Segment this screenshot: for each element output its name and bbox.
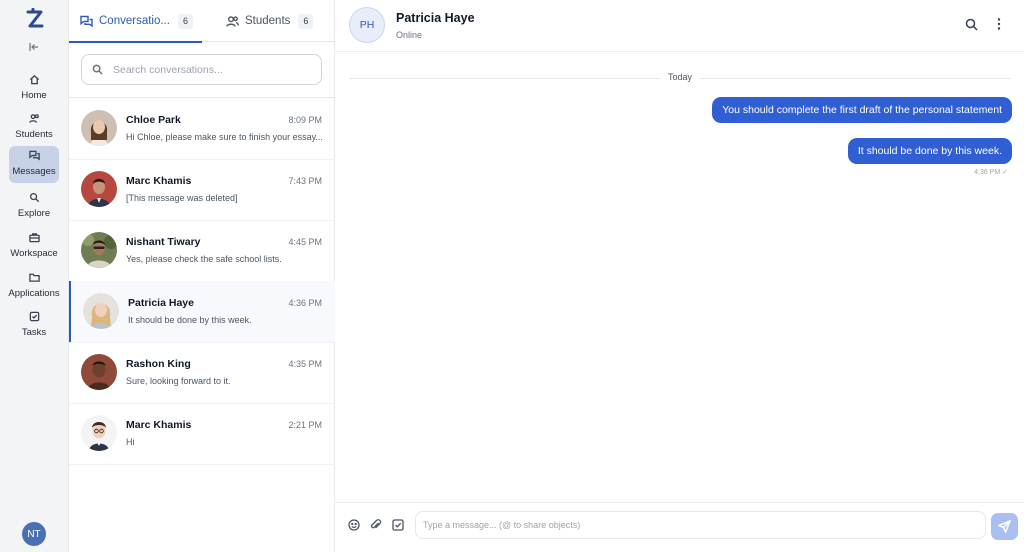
nav-item-applications[interactable]: Applications bbox=[8, 268, 60, 305]
home-icon bbox=[29, 74, 39, 85]
nav-item-tasks[interactable]: Tasks bbox=[9, 307, 59, 344]
nav-label: Students bbox=[15, 129, 53, 140]
nav-label: Messages bbox=[12, 166, 56, 177]
contact-name: Marc Khamis bbox=[126, 175, 192, 187]
nav-rail: Home Students Messages Explore Workspace… bbox=[0, 0, 69, 552]
nav-label: Applications bbox=[8, 288, 60, 299]
task-checkbox-icon[interactable] bbox=[392, 519, 404, 531]
search-input[interactable] bbox=[113, 63, 313, 76]
message-composer bbox=[415, 511, 986, 539]
message-time: 4:35 PM bbox=[288, 359, 322, 369]
users-icon bbox=[226, 15, 239, 27]
send-icon bbox=[998, 520, 1011, 533]
conversation-item[interactable]: Marc Khamis 7:43 PM [This message was de… bbox=[69, 159, 335, 220]
tab-conversations[interactable]: Conversatio... 6 bbox=[69, 0, 202, 43]
conversation-item[interactable]: Nishant Tiwary 4:45 PM Yes, please check… bbox=[69, 220, 335, 281]
z-logo[interactable] bbox=[24, 7, 46, 31]
tab-label: Students bbox=[245, 15, 291, 27]
message-bubble: You should complete the first draft of t… bbox=[712, 97, 1012, 123]
message-preview: Sure, looking forward to it. bbox=[126, 376, 231, 386]
message-timestamp: 4:36 PM ✓ bbox=[974, 169, 1008, 176]
contact-name: Rashon King bbox=[126, 358, 191, 370]
conversation-panel: Conversatio... 6 Students 6 Chloe Park 8… bbox=[69, 0, 335, 552]
tab-label: Conversatio... bbox=[99, 15, 170, 27]
chat-bubbles-icon bbox=[80, 15, 93, 27]
conversation-item[interactable]: Chloe Park 8:09 PM Hi Chloe, please make… bbox=[69, 98, 335, 159]
message-preview: Hi Chloe, please make sure to finish you… bbox=[126, 132, 323, 142]
contact-name: Patricia Haye bbox=[396, 11, 475, 25]
chat-header: PH Patricia Haye Online bbox=[335, 0, 1024, 52]
search-icon[interactable] bbox=[965, 18, 978, 31]
message-input[interactable] bbox=[423, 520, 963, 530]
contact-name: Marc Khamis bbox=[126, 419, 192, 431]
avatar bbox=[81, 110, 117, 146]
message-time: 2:21 PM bbox=[288, 420, 322, 430]
avatar bbox=[83, 293, 119, 329]
contact-name: Chloe Park bbox=[126, 114, 181, 126]
messages-icon bbox=[28, 150, 40, 161]
avatar bbox=[81, 171, 117, 207]
contact-avatar[interactable]: PH bbox=[349, 7, 385, 43]
divider bbox=[69, 464, 335, 465]
nav-label: Explore bbox=[17, 208, 51, 219]
contact-name: Patricia Haye bbox=[128, 297, 194, 309]
emoji-icon[interactable] bbox=[348, 519, 360, 531]
search-icon bbox=[29, 193, 39, 203]
message-time: 8:09 PM bbox=[288, 115, 322, 125]
avatar bbox=[81, 232, 117, 268]
nav-item-home[interactable]: Home bbox=[9, 70, 59, 107]
conversation-item[interactable]: Rashon King 4:35 PM Sure, looking forwar… bbox=[69, 342, 335, 403]
divider bbox=[335, 502, 1024, 503]
message-preview: It should be done by this week. bbox=[128, 315, 252, 325]
nav-item-workspace[interactable]: Workspace bbox=[9, 228, 59, 265]
message-time: 4:36 PM bbox=[288, 298, 322, 308]
more-vertical-icon[interactable] bbox=[993, 17, 1005, 31]
collapse-left-icon[interactable] bbox=[28, 41, 40, 53]
tab-students[interactable]: Students 6 bbox=[226, 0, 326, 42]
conversation-item-active[interactable]: Patricia Haye 4:36 PM It should be done … bbox=[69, 281, 335, 342]
tab-bar: Conversatio... 6 Students 6 bbox=[69, 0, 335, 43]
search-box bbox=[81, 54, 322, 85]
search-icon bbox=[92, 64, 103, 75]
message-time: 4:45 PM bbox=[288, 237, 322, 247]
send-button[interactable] bbox=[991, 513, 1018, 540]
nav-item-messages[interactable]: Messages bbox=[9, 146, 59, 183]
paperclip-icon[interactable] bbox=[370, 519, 382, 531]
avatar bbox=[81, 354, 117, 390]
nav-label: Home bbox=[21, 90, 47, 101]
message-preview: Hi bbox=[126, 437, 135, 447]
nav-label: Tasks bbox=[21, 327, 47, 338]
nav-label: Workspace bbox=[10, 248, 58, 259]
contact-status: Online bbox=[396, 30, 423, 40]
nav-item-students[interactable]: Students bbox=[9, 109, 59, 146]
contact-name: Nishant Tiwary bbox=[126, 236, 201, 248]
chat-panel: PH Patricia Haye Online Today You should… bbox=[335, 0, 1024, 552]
user-avatar[interactable]: NT bbox=[22, 522, 46, 546]
folder-icon bbox=[28, 273, 40, 282]
tab-count-badge: 6 bbox=[177, 13, 193, 29]
message-time: 7:43 PM bbox=[288, 176, 322, 186]
date-divider: Today bbox=[660, 72, 701, 82]
message-preview: [This message was deleted] bbox=[126, 193, 238, 203]
message-bubble: It should be done by this week. bbox=[847, 138, 1012, 164]
message-preview: Yes, please check the safe school lists. bbox=[126, 254, 282, 264]
nav-item-explore[interactable]: Explore bbox=[9, 188, 59, 225]
checkbox-icon bbox=[29, 311, 39, 322]
students-icon bbox=[28, 114, 39, 123]
tab-count-badge: 6 bbox=[298, 13, 314, 29]
briefcase-icon bbox=[28, 233, 40, 243]
conversation-item[interactable]: Marc Khamis 2:21 PM Hi bbox=[69, 403, 335, 464]
avatar bbox=[81, 415, 117, 451]
